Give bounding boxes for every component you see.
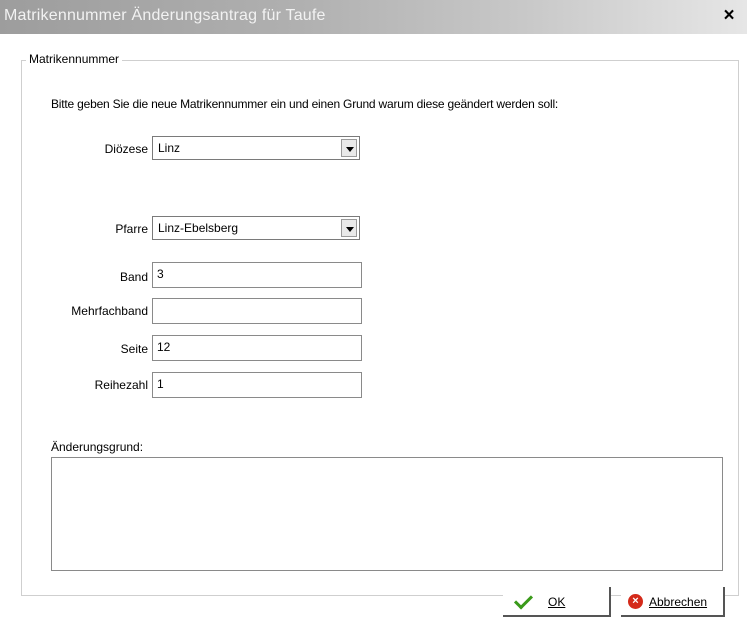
- close-icon[interactable]: ×: [719, 6, 739, 26]
- pfarre-label: Pfarre: [115, 222, 148, 236]
- reihezahl-label: Reihezahl: [94, 378, 148, 392]
- dioezese-select[interactable]: Linz: [152, 136, 360, 160]
- ok-label: OK: [548, 595, 566, 609]
- dioezese-value: Linz: [158, 141, 181, 155]
- window-title: Matrikennummer Änderungsantrag für Taufe: [4, 7, 326, 24]
- instruction-text: Bitte geben Sie die neue Matrikennummer …: [51, 97, 559, 111]
- seite-field[interactable]: 12: [152, 335, 362, 361]
- ok-button[interactable]: OK: [503, 587, 611, 617]
- cancel-label: Abbrechen: [649, 595, 708, 609]
- dioezese-label: Diözese: [104, 142, 148, 156]
- reihezahl-value: 1: [157, 377, 164, 391]
- band-value: 3: [157, 267, 164, 281]
- cancel-icon: ×: [628, 594, 643, 609]
- cancel-button[interactable]: × Abbrechen: [621, 587, 725, 617]
- mehrfachband-label: Mehrfachband: [71, 304, 148, 318]
- reihezahl-field[interactable]: 1: [152, 372, 362, 398]
- chevron-down-icon[interactable]: [341, 139, 357, 157]
- group-legend: Matrikennummer: [26, 52, 123, 66]
- title-bar: Matrikennummer Änderungsantrag für Taufe…: [0, 0, 747, 34]
- pfarre-select[interactable]: Linz-Ebelsberg: [152, 216, 360, 240]
- seite-value: 12: [157, 340, 171, 354]
- band-label: Band: [119, 270, 148, 284]
- grund-textarea[interactable]: [51, 457, 723, 571]
- band-field[interactable]: 3: [152, 262, 362, 288]
- mehrfachband-field[interactable]: [152, 298, 362, 324]
- seite-label: Seite: [120, 342, 148, 356]
- checkmark-icon: [513, 590, 534, 610]
- chevron-down-icon[interactable]: [341, 219, 357, 237]
- dialog-body: Matrikennummer Bitte geben Sie die neue …: [10, 38, 739, 641]
- pfarre-value: Linz-Ebelsberg: [158, 221, 239, 235]
- grund-label: Änderungsgrund:: [51, 440, 144, 454]
